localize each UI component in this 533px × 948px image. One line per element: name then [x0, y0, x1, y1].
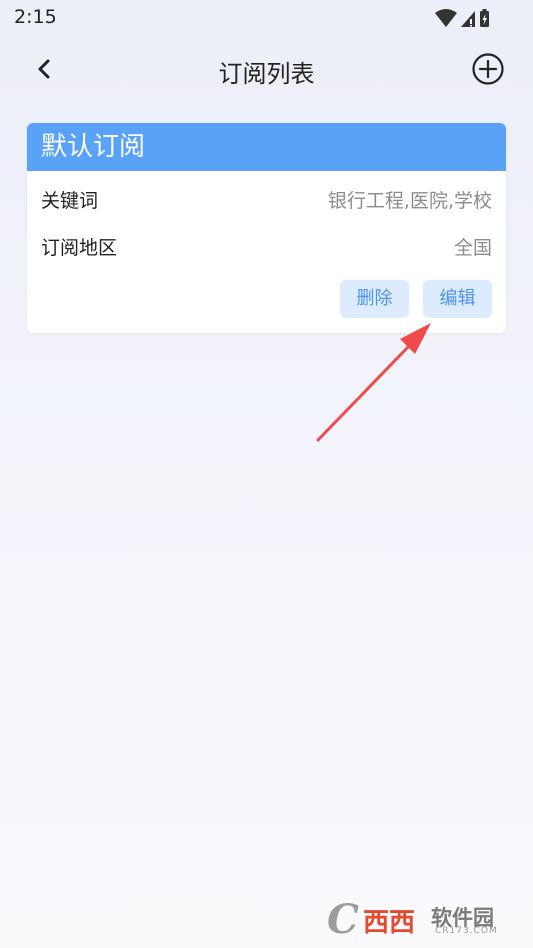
- watermark-logo: C 西西 软件园 CR173.COM: [327, 896, 498, 943]
- annotation-arrow: [316, 323, 431, 442]
